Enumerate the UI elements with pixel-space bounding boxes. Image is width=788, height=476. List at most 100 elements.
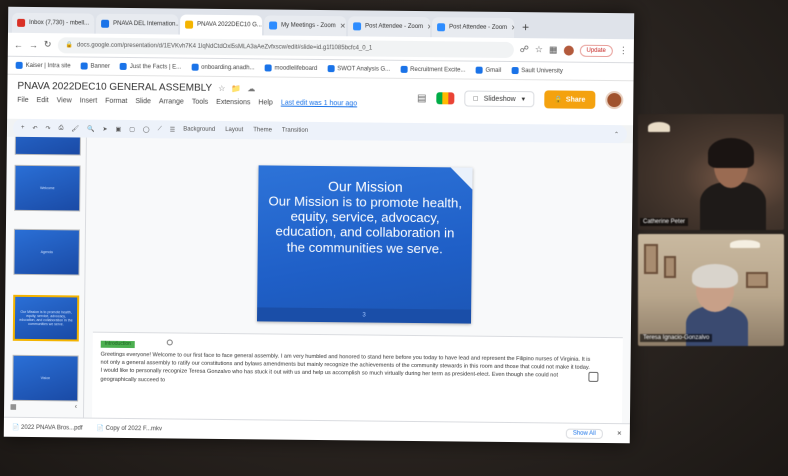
slide-thumbnail[interactable]: Vision (12, 354, 79, 402)
slide-canvas[interactable]: Our Mission Our Mission is to promote he… (83, 137, 633, 424)
profile-avatar[interactable] (563, 45, 574, 56)
last-edit-link[interactable]: Last edit was 1 hour ago (281, 100, 357, 108)
url-text: docs.google.com/presentation/d/1EVKvh7K4… (76, 41, 373, 52)
speaker-notes[interactable]: Introduction Greetings everyone! Welcome… (91, 331, 623, 424)
reload-icon[interactable]: ↻ (44, 39, 52, 50)
bookmark-item[interactable]: Gmail (475, 66, 501, 74)
file-icon: 📄 (96, 425, 105, 432)
bookmark-favicon-icon (327, 65, 335, 73)
slide-thumbnail[interactable]: PNAVA (14, 136, 82, 156)
speaker-notes-text[interactable]: Greetings everyone! Welcome to our first… (100, 351, 592, 389)
bookmark-item[interactable]: moodlelifeboard (264, 64, 318, 72)
toolbar-layout-button[interactable]: Layout (225, 127, 243, 133)
shape-icon[interactable]: ◯ (143, 126, 150, 133)
browser-tab[interactable]: PNAVA DEL Internation... ✕ (95, 13, 179, 35)
bookmark-item[interactable]: Recruitment Excite... (400, 65, 466, 74)
new-tab-button[interactable]: + (516, 20, 535, 38)
move-folder-icon[interactable]: 📁 (231, 84, 241, 93)
slideshow-button[interactable]: □ Slideshow ▾ (464, 90, 535, 108)
slide-thumbnail[interactable]: Welcome (14, 164, 81, 212)
forward-icon[interactable]: → (29, 39, 38, 49)
bookmark-item[interactable]: Just the Facts | E... (119, 62, 181, 71)
user-avatar[interactable] (605, 90, 624, 110)
redo-icon[interactable]: ↷ (46, 125, 51, 132)
bookmark-favicon-icon (400, 65, 408, 73)
menu-item-file[interactable]: File (17, 97, 28, 104)
toolbar-background-button[interactable]: Background (183, 127, 215, 133)
filmstrip-controls: ▦ ‹ (10, 403, 77, 412)
share-page-icon[interactable]: ☍ (520, 44, 529, 55)
bookmark-item[interactable]: Banner (80, 62, 110, 70)
menu-item-insert[interactable]: Insert (80, 97, 98, 104)
chevron-left-icon[interactable]: ‹ (75, 403, 77, 411)
bookmark-item[interactable]: onboarding.anadh... (191, 63, 255, 72)
close-tab-icon[interactable]: ✕ (427, 23, 430, 31)
bookmark-item[interactable]: SWOT Analysis G... (327, 65, 390, 73)
toolbar-theme-button[interactable]: Theme (253, 127, 272, 133)
lock-icon: 🔒 (554, 96, 563, 104)
back-icon[interactable]: ← (14, 39, 23, 49)
download-item-1[interactable]: 📄 2022 PNAVA Bros...pdf (12, 424, 83, 432)
document-title[interactable]: PNAVA 2022DEC10 GENERAL ASSEMBLY (17, 81, 212, 94)
close-icon[interactable]: ✕ (617, 430, 622, 437)
slide-thumbnail[interactable]: Our Mission is to promote health, equity… (12, 294, 80, 342)
show-all-button[interactable]: Show All (565, 428, 603, 439)
add-icon[interactable]: + (21, 125, 25, 131)
bookmark-favicon-icon (15, 61, 23, 69)
close-tab-icon[interactable]: ✕ (93, 20, 94, 28)
toolbar-transition-button[interactable]: Transition (282, 128, 308, 134)
close-tab-icon[interactable]: ✕ (511, 24, 514, 32)
address-bar[interactable]: 🔒 docs.google.com/presentation/d/1EVKvh7… (57, 36, 514, 58)
notes-panel-icon[interactable] (588, 371, 599, 382)
menu-item-help[interactable]: Help (258, 99, 272, 106)
browser-tab[interactable]: Inbox (7,730) - mbell...✕ (11, 12, 95, 34)
participant-hair (692, 264, 738, 288)
participant-video-1[interactable]: Catherine Peter (638, 114, 784, 230)
slides-header: PNAVA 2022DEC10 GENERAL ASSEMBLY ☆ 📁 ☁ F… (7, 74, 634, 126)
star-icon[interactable]: ☆ (218, 84, 225, 93)
line-icon[interactable]: ⟋ (158, 126, 162, 133)
browser-window: Inbox (7,730) - mbell...✕PNAVA DEL Inter… (3, 6, 635, 444)
browser-tab[interactable]: PNAVA 2022DEC10 G...✕ (179, 14, 263, 36)
slide-body[interactable]: Our Mission is to promote health, equity… (258, 193, 473, 256)
participant-video-2[interactable]: Teresa Ignacio-Gonzalvo (638, 234, 784, 346)
bookmark-item[interactable]: Sault University (511, 67, 563, 75)
close-tab-icon[interactable]: ✕ (340, 22, 346, 30)
menu-dots-icon[interactable]: ⋮ (619, 45, 628, 56)
image-icon[interactable]: ▢ (129, 126, 135, 133)
zoom-icon[interactable]: 🔍 (87, 125, 95, 132)
tab-favicon-icon (437, 23, 446, 32)
collapse-icon[interactable]: ⌃ (614, 131, 619, 138)
tab-label: PNAVA DEL Internation... (113, 20, 179, 28)
comment-icon[interactable]: ☰ (170, 126, 175, 133)
bookmark-star-icon[interactable]: ☆ (535, 44, 543, 55)
menu-item-tools[interactable]: Tools (192, 99, 208, 106)
menu-item-view[interactable]: View (57, 97, 72, 104)
cursor-icon[interactable]: ➤ (102, 125, 107, 132)
menu-item-slide[interactable]: Slide (135, 98, 151, 105)
bookmark-item[interactable]: Kaiser | Intra site (15, 61, 71, 70)
menu-item-edit[interactable]: Edit (37, 97, 49, 104)
print-icon[interactable]: ⎙ (59, 125, 64, 132)
browser-tab[interactable]: Post Attendee - Zoom ✕ (347, 16, 431, 38)
share-button[interactable]: 🔒 Share (544, 90, 596, 109)
notes-highlight-tag: Introduction (100, 340, 135, 349)
meet-icon[interactable] (436, 92, 455, 105)
update-button[interactable]: Update (579, 44, 613, 57)
current-slide[interactable]: Our Mission Our Mission is to promote he… (256, 165, 473, 324)
menu-item-extensions[interactable]: Extensions (216, 99, 250, 106)
menu-item-arrange[interactable]: Arrange (159, 98, 184, 105)
comment-history-icon[interactable]: ▤ (417, 93, 427, 104)
chevron-down-icon[interactable]: ▾ (522, 95, 526, 103)
grid-view-icon[interactable]: ▦ (10, 403, 17, 411)
undo-icon[interactable]: ↶ (32, 124, 37, 131)
paint-format-icon[interactable]: 🖌 (71, 125, 79, 132)
extensions-icon[interactable]: ▦ (549, 44, 558, 55)
browser-tab[interactable]: My Meetings - Zoom ✕ (263, 15, 347, 37)
download-item-2[interactable]: 📄 Copy of 2022 F...mkv (96, 425, 162, 433)
bookmark-favicon-icon (511, 67, 519, 75)
text-box-icon[interactable]: ▣ (115, 125, 121, 132)
slide-thumbnail[interactable]: Agenda (13, 228, 80, 276)
menu-item-format[interactable]: Format (105, 98, 127, 105)
browser-tab[interactable]: Post Attendee - Zoom ✕ (431, 17, 515, 39)
